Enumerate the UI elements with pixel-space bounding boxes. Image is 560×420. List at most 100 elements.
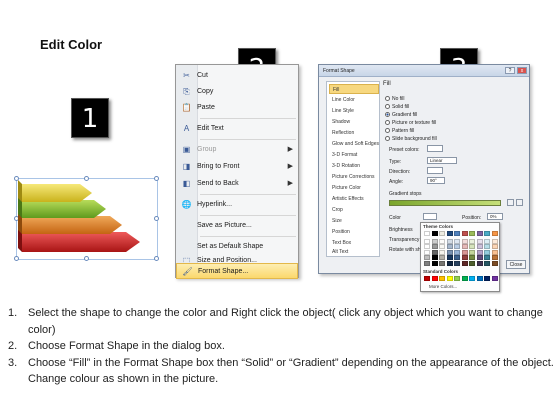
- type-dropdown[interactable]: Linear: [427, 157, 457, 164]
- theme-color-swatch[interactable]: [446, 231, 453, 236]
- theme-color-swatch[interactable]: [424, 231, 430, 236]
- close-button[interactable]: Close: [506, 260, 526, 269]
- standard-color-swatch[interactable]: [431, 276, 438, 281]
- standard-color-swatch[interactable]: [439, 276, 445, 281]
- menu-item-format-shape[interactable]: 🖌 Format Shape...: [176, 263, 298, 279]
- standard-color-swatch[interactable]: [454, 276, 460, 281]
- theme-color-swatch[interactable]: [446, 244, 453, 249]
- radio-gradient-fill[interactable]: Gradient fill: [385, 112, 417, 118]
- help-button[interactable]: ?: [505, 67, 515, 74]
- category-3d-format[interactable]: 3-D Format: [329, 150, 379, 160]
- radio-no-fill[interactable]: No fill: [385, 96, 405, 102]
- theme-color-swatch[interactable]: [491, 260, 498, 266]
- theme-color-swatch[interactable]: [469, 249, 475, 255]
- theme-color-swatch[interactable]: [454, 244, 460, 249]
- more-colors-link[interactable]: More Colors...: [429, 284, 457, 289]
- theme-color-swatch[interactable]: [484, 244, 490, 249]
- radio-pattern-fill[interactable]: Pattern fill: [385, 128, 414, 134]
- theme-color-swatch[interactable]: [469, 255, 475, 260]
- theme-color-swatch[interactable]: [476, 244, 483, 249]
- theme-color-swatch[interactable]: [476, 260, 483, 266]
- theme-color-swatch[interactable]: [461, 255, 468, 260]
- category-size[interactable]: Size: [329, 216, 379, 226]
- theme-color-swatch[interactable]: [461, 249, 468, 255]
- theme-color-swatch[interactable]: [476, 231, 483, 236]
- theme-color-swatch[interactable]: [454, 255, 460, 260]
- category-picture-color[interactable]: Picture Color: [329, 183, 379, 193]
- menu-item-bring-to-front[interactable]: ◨ Bring to Front ▶: [176, 159, 298, 175]
- color-dropdown[interactable]: [423, 213, 437, 220]
- theme-color-swatch[interactable]: [431, 255, 438, 260]
- theme-color-swatch[interactable]: [454, 231, 460, 236]
- add-stop-button[interactable]: [507, 199, 514, 206]
- category-line-style[interactable]: Line Style: [329, 106, 379, 116]
- theme-color-swatch[interactable]: [431, 231, 438, 236]
- theme-color-swatch[interactable]: [424, 238, 430, 244]
- menu-item-copy[interactable]: ⎘ Copy: [176, 84, 298, 100]
- theme-color-swatch[interactable]: [454, 249, 460, 255]
- theme-color-swatch[interactable]: [491, 244, 498, 249]
- theme-color-swatch[interactable]: [439, 238, 445, 244]
- theme-color-swatch[interactable]: [461, 238, 468, 244]
- theme-color-swatch[interactable]: [454, 238, 460, 244]
- menu-item-cut[interactable]: ✂ Cut: [176, 68, 298, 84]
- theme-color-swatch[interactable]: [431, 249, 438, 255]
- theme-color-swatch[interactable]: [484, 231, 490, 236]
- theme-color-swatch[interactable]: [461, 231, 468, 236]
- theme-color-swatch[interactable]: [424, 255, 430, 260]
- radio-slide-background-fill[interactable]: Slide background fill: [385, 136, 437, 142]
- theme-color-swatch[interactable]: [439, 249, 445, 255]
- category-artistic-effects[interactable]: Artistic Effects: [329, 194, 379, 204]
- standard-color-swatch[interactable]: [484, 276, 490, 281]
- theme-color-swatch[interactable]: [431, 244, 438, 249]
- arrow-shape-group[interactable]: [14, 176, 160, 264]
- dialog-titlebar[interactable]: Format Shape ? x: [319, 65, 529, 77]
- theme-color-swatch[interactable]: [469, 238, 475, 244]
- menu-item-edit-text[interactable]: A Edit Text: [176, 121, 298, 137]
- theme-color-swatch[interactable]: [431, 238, 438, 244]
- standard-color-swatch[interactable]: [491, 276, 498, 281]
- theme-color-swatch[interactable]: [469, 260, 475, 266]
- theme-color-swatch[interactable]: [484, 255, 490, 260]
- menu-item-hyperlink[interactable]: 🌐 Hyperlink...: [176, 197, 298, 213]
- standard-color-swatch[interactable]: [446, 276, 453, 281]
- preset-colors-dropdown[interactable]: [427, 145, 443, 152]
- standard-color-swatch[interactable]: [424, 276, 430, 281]
- direction-dropdown[interactable]: [427, 167, 443, 174]
- theme-color-swatch[interactable]: [491, 255, 498, 260]
- category-line-color[interactable]: Line Color: [329, 95, 379, 105]
- menu-item-save-as-picture[interactable]: Save as Picture...: [176, 218, 298, 234]
- standard-color-swatch[interactable]: [461, 276, 468, 281]
- theme-color-swatch[interactable]: [446, 238, 453, 244]
- radio-picture-fill[interactable]: Picture or texture fill: [385, 120, 436, 126]
- theme-color-swatch[interactable]: [484, 238, 490, 244]
- menu-item-paste[interactable]: 📋 Paste: [176, 100, 298, 116]
- theme-color-swatch[interactable]: [484, 249, 490, 255]
- theme-color-swatch[interactable]: [424, 249, 430, 255]
- category-picture-corrections[interactable]: Picture Corrections: [329, 172, 379, 182]
- theme-color-swatch[interactable]: [491, 238, 498, 244]
- theme-color-swatch[interactable]: [454, 260, 460, 266]
- theme-color-swatch[interactable]: [424, 260, 430, 266]
- category-shadow[interactable]: Shadow: [329, 117, 379, 127]
- close-icon[interactable]: x: [517, 67, 527, 74]
- category-crop[interactable]: Crop: [329, 205, 379, 215]
- theme-color-swatch[interactable]: [439, 244, 445, 249]
- theme-color-swatch[interactable]: [424, 244, 430, 249]
- theme-color-swatch[interactable]: [446, 249, 453, 255]
- menu-item-send-to-back[interactable]: ◧ Send to Back ▶: [176, 176, 298, 192]
- theme-color-swatch[interactable]: [491, 249, 498, 255]
- standard-color-swatch[interactable]: [469, 276, 475, 281]
- category-reflection[interactable]: Reflection: [329, 128, 379, 138]
- theme-color-swatch[interactable]: [439, 231, 445, 236]
- menu-item-group[interactable]: ▣ Group ▶: [176, 142, 298, 158]
- theme-color-swatch[interactable]: [469, 244, 475, 249]
- theme-color-swatch[interactable]: [476, 238, 483, 244]
- theme-color-swatch[interactable]: [469, 231, 475, 236]
- category-fill[interactable]: Fill: [329, 84, 379, 94]
- theme-color-swatch[interactable]: [439, 255, 445, 260]
- theme-color-swatch[interactable]: [431, 260, 438, 266]
- category-3d-rotation[interactable]: 3-D Rotation: [329, 161, 379, 171]
- gradient-stops-bar[interactable]: [389, 200, 501, 206]
- category-glow[interactable]: Glow and Soft Edges: [329, 139, 379, 149]
